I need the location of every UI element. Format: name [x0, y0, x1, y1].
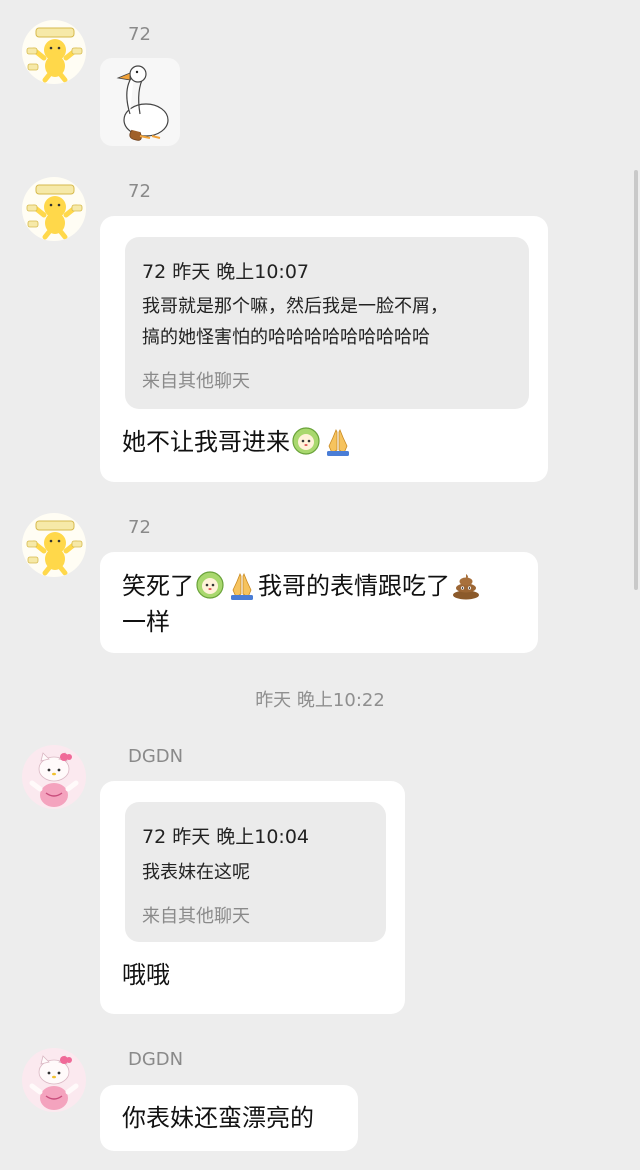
quote-source: 来自其他聊天 — [142, 371, 250, 392]
message-text-part: 笑死了 — [122, 572, 194, 600]
hello-kitty-avatar[interactable] — [22, 745, 86, 809]
timestamp: 昨天 晚上10:22 — [255, 690, 385, 711]
sender-name: DGDN — [128, 746, 184, 767]
quote-header: 72 昨天 晚上10:07 — [142, 261, 310, 283]
message-text-part: 我哥的表情跟吃了 — [258, 572, 450, 600]
sender-name: 72 — [128, 24, 151, 45]
yellow-duck-icon — [22, 177, 86, 241]
quoted-message[interactable]: 72 昨天 晚上10:04 我表妹在这呢 来自其他聊天 — [125, 802, 386, 942]
message-text-part: 一样 — [122, 608, 170, 636]
quote-line: 搞的她怪害怕的哈哈哈哈哈哈哈哈哈 — [142, 327, 430, 348]
quote-line: 我表妹在这呢 — [142, 862, 250, 883]
sender-name: 72 — [128, 181, 151, 202]
quote-header: 72 昨天 晚上10:04 — [142, 826, 310, 848]
hello-kitty-avatar[interactable] — [22, 1048, 86, 1112]
yellow-duck-icon — [22, 20, 86, 84]
quote-line: 我哥就是那个嘛，然后我是一脸不屑， — [142, 296, 448, 317]
message-text: 你表妹还蛮漂亮的 — [122, 1104, 314, 1132]
hello-kitty-icon — [22, 1048, 86, 1112]
message-text-part: 她不让我哥进来 — [122, 428, 290, 456]
poop-emoji — [453, 574, 479, 600]
quote-source: 来自其他聊天 — [142, 906, 250, 927]
cabbage-dog-emoji — [196, 571, 224, 599]
folded-hands-emoji — [230, 573, 254, 600]
hello-kitty-icon — [22, 745, 86, 809]
message-text: 哦哦 — [122, 961, 170, 989]
yellow-duck-icon — [22, 513, 86, 577]
message-text: 她不让我哥进来 — [122, 424, 354, 460]
yellow-duck-avatar[interactable] — [22, 177, 86, 241]
yellow-duck-avatar[interactable] — [22, 513, 86, 577]
message-text: 笑死了 我哥的表情跟吃了 — [122, 568, 482, 604]
scrollbar[interactable] — [634, 170, 638, 590]
sender-name: DGDN — [128, 1049, 184, 1070]
quoted-message[interactable]: 72 昨天 晚上10:07 我哥就是那个嘛，然后我是一脸不屑， 搞的她怪害怕的哈… — [125, 237, 529, 409]
yellow-duck-avatar[interactable] — [22, 20, 86, 84]
goose-icon — [116, 65, 169, 141]
white-goose-sticker[interactable] — [100, 58, 180, 146]
folded-hands-emoji — [326, 429, 350, 456]
cabbage-dog-emoji — [292, 427, 320, 455]
sender-name: 72 — [128, 517, 151, 538]
